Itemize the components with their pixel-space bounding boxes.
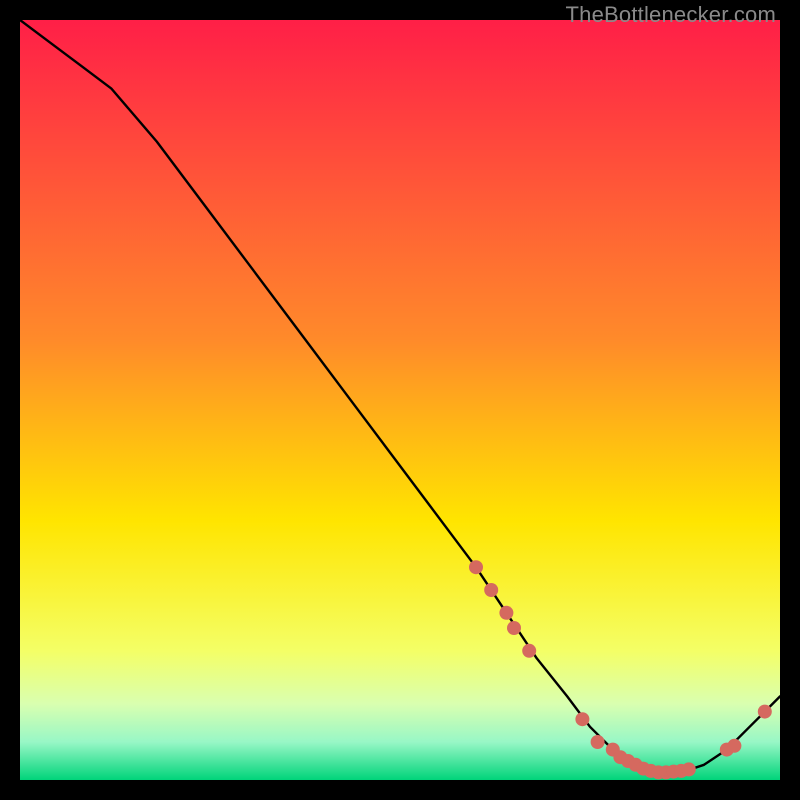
curve-marker: [575, 712, 589, 726]
chart-svg: [20, 20, 780, 780]
curve-marker: [682, 762, 696, 776]
curve-marker: [758, 705, 772, 719]
gradient-background: [20, 20, 780, 780]
watermark-text: TheBottlenecker.com: [566, 2, 776, 28]
curve-marker: [499, 606, 513, 620]
curve-marker: [469, 560, 483, 574]
curve-marker: [507, 621, 521, 635]
chart-frame: [20, 20, 780, 780]
curve-marker: [591, 735, 605, 749]
curve-marker: [522, 644, 536, 658]
curve-marker: [727, 739, 741, 753]
curve-marker: [484, 583, 498, 597]
